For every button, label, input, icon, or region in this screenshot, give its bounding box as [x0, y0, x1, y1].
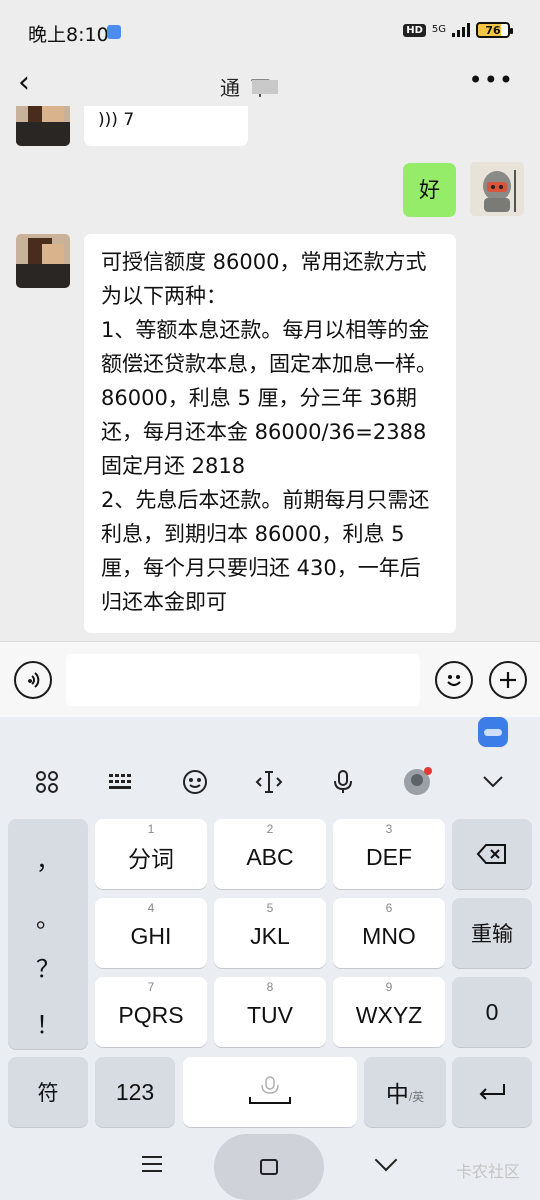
punct-exclaim[interactable]: ！ [8, 1005, 88, 1040]
status-indicators: HD 5G 76 [403, 22, 513, 38]
blurred-name-mask [252, 80, 278, 94]
punct-question[interactable]: ？ [8, 949, 88, 984]
battery-level: 76 [485, 23, 501, 37]
watermark-text: 卡农社区 [455, 1162, 520, 1181]
nav-chevron-down-icon[interactable] [374, 1148, 398, 1172]
key-2[interactable]: 2 ABC [214, 819, 326, 889]
contact-avatar[interactable] [16, 234, 70, 288]
key-5[interactable]: 5 JKL [214, 898, 326, 968]
contact-avatar[interactable] [16, 106, 70, 146]
sent-message-bubble[interactable]: 好 [403, 163, 456, 217]
input-bar [0, 641, 540, 717]
avatar-icon[interactable] [402, 767, 432, 797]
enter-key[interactable] [452, 1057, 532, 1127]
reenter-key[interactable]: 重输 [452, 898, 532, 968]
plus-icon[interactable] [489, 661, 527, 699]
signal-icon [452, 23, 470, 37]
key-1[interactable]: 1 分词 [95, 819, 207, 889]
language-key[interactable]: 中/英 [364, 1057, 446, 1127]
message-text: 可授信额度 86000，常用还款方式为以下两种： 1、等额本息还款。每月以相等的… [101, 250, 437, 614]
ime-mascot-icon[interactable] [478, 717, 508, 747]
message-list[interactable]: ))) 7 好 可授信额度 86000，常用还款方式为以下两种： 1、等额本息还… [0, 106, 540, 641]
key-9[interactable]: 9 WXYZ [333, 977, 445, 1047]
grid-icon[interactable] [32, 767, 62, 797]
backspace-key[interactable] [452, 819, 532, 889]
status-bar: 晚上8:10 HD 5G 76 [0, 0, 540, 62]
key-4[interactable]: 4 GHI [95, 898, 207, 968]
backspace-icon [476, 844, 506, 864]
armored-figure-icon [470, 162, 524, 216]
voice-message-bubble[interactable]: ))) 7 [84, 106, 248, 146]
smile-icon[interactable] [180, 767, 210, 797]
emoji-icon[interactable] [435, 661, 473, 699]
chevron-left-icon[interactable]: ‹ [18, 68, 30, 98]
numbers-key[interactable]: 123 [95, 1057, 175, 1127]
keyboard-toolbar [0, 757, 540, 807]
symbols-key[interactable]: 符 [8, 1057, 88, 1127]
punct-comma[interactable]: ， [8, 841, 88, 876]
more-dots-icon[interactable]: ••• [469, 66, 514, 94]
menu-icon[interactable] [142, 1156, 162, 1172]
chat-header: ‹ 通 下 ••• [0, 62, 540, 106]
voice-duration: 7 [123, 110, 135, 130]
my-avatar[interactable] [470, 162, 524, 216]
punct-period[interactable]: 。 [8, 899, 88, 934]
chevron-down-icon[interactable] [478, 767, 508, 797]
cursor-icon[interactable] [254, 767, 284, 797]
voice-wave-icon: ))) 7 [98, 110, 135, 130]
ime-keyboard: ， 。 ？ ！ 1 分词 2 ABC 3 DEF 4 GHI 5 JKL 6 MNO 重输 … [0, 717, 540, 1200]
key-7[interactable]: 7 PQRS [95, 977, 207, 1047]
keyboard-icon[interactable] [106, 767, 136, 797]
hd-badge: HD [403, 23, 426, 37]
notification-app-icon [107, 25, 121, 39]
punctuation-column[interactable]: ， 。 ？ ！ [8, 819, 88, 1049]
key-0[interactable]: 0 [452, 977, 532, 1047]
space-key[interactable] [183, 1057, 357, 1127]
enter-icon [479, 1084, 505, 1100]
status-time: 晚上8:10 [28, 24, 109, 46]
battery-icon: 76 [476, 22, 513, 38]
home-icon[interactable] [260, 1159, 278, 1175]
received-message-bubble[interactable]: 可授信额度 86000，常用还款方式为以下两种： 1、等额本息还款。每月以相等的… [84, 234, 456, 633]
network-type: 5G [431, 24, 446, 35]
message-input[interactable] [66, 654, 420, 706]
key-3[interactable]: 3 DEF [333, 819, 445, 889]
space-mic-icon [249, 1076, 291, 1104]
key-8[interactable]: 8 TUV [214, 977, 326, 1047]
key-6[interactable]: 6 MNO [333, 898, 445, 968]
mic-icon[interactable] [328, 767, 358, 797]
voice-icon[interactable] [14, 661, 52, 699]
